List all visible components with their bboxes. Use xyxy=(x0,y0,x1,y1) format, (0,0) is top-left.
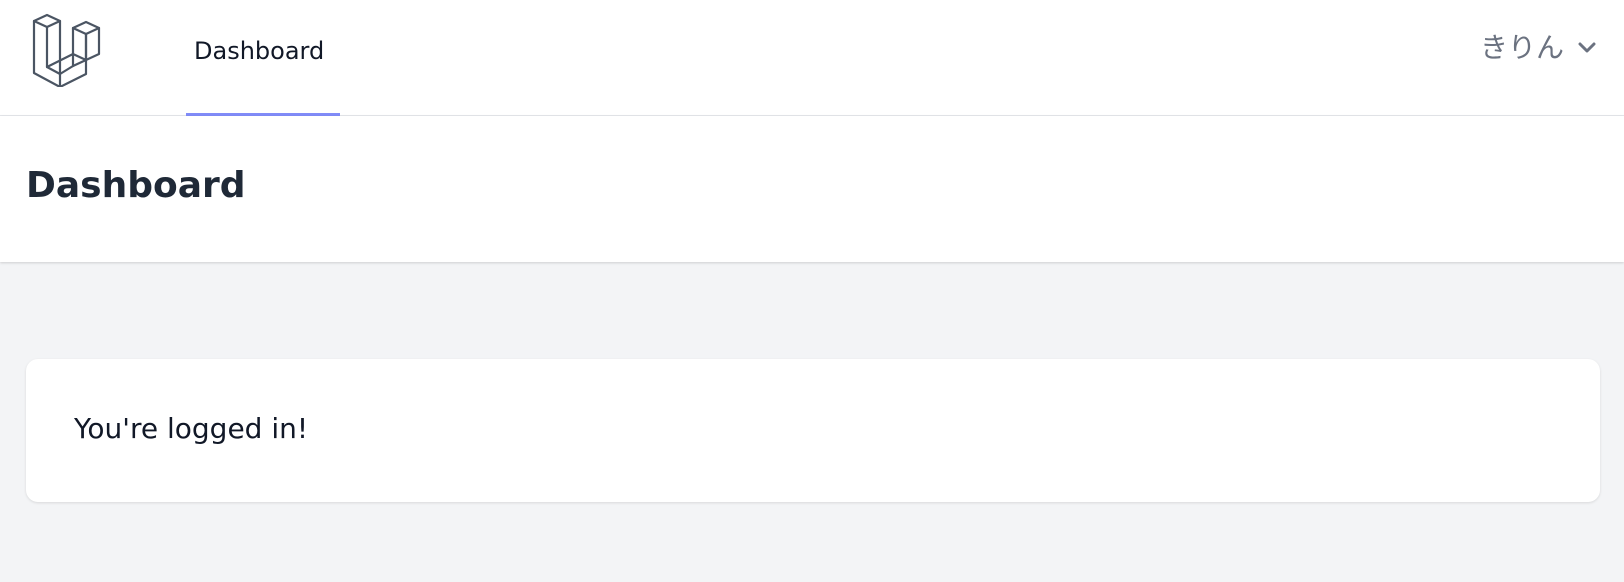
laravel-logo-icon[interactable] xyxy=(32,13,106,87)
page-title: Dashboard xyxy=(26,165,246,206)
content-card: You're logged in! xyxy=(26,359,1600,502)
nav-link-dashboard[interactable]: Dashboard xyxy=(186,0,340,117)
top-navigation: Dashboard きりん xyxy=(0,0,1624,117)
user-menu-dropdown[interactable]: きりん xyxy=(1480,28,1596,68)
logged-in-message: You're logged in! xyxy=(74,412,309,445)
page-header: Dashboard xyxy=(0,116,1624,262)
user-name: きりん xyxy=(1479,31,1564,64)
chevron-down-icon xyxy=(1578,42,1596,54)
nav-link-label: Dashboard xyxy=(194,37,325,65)
